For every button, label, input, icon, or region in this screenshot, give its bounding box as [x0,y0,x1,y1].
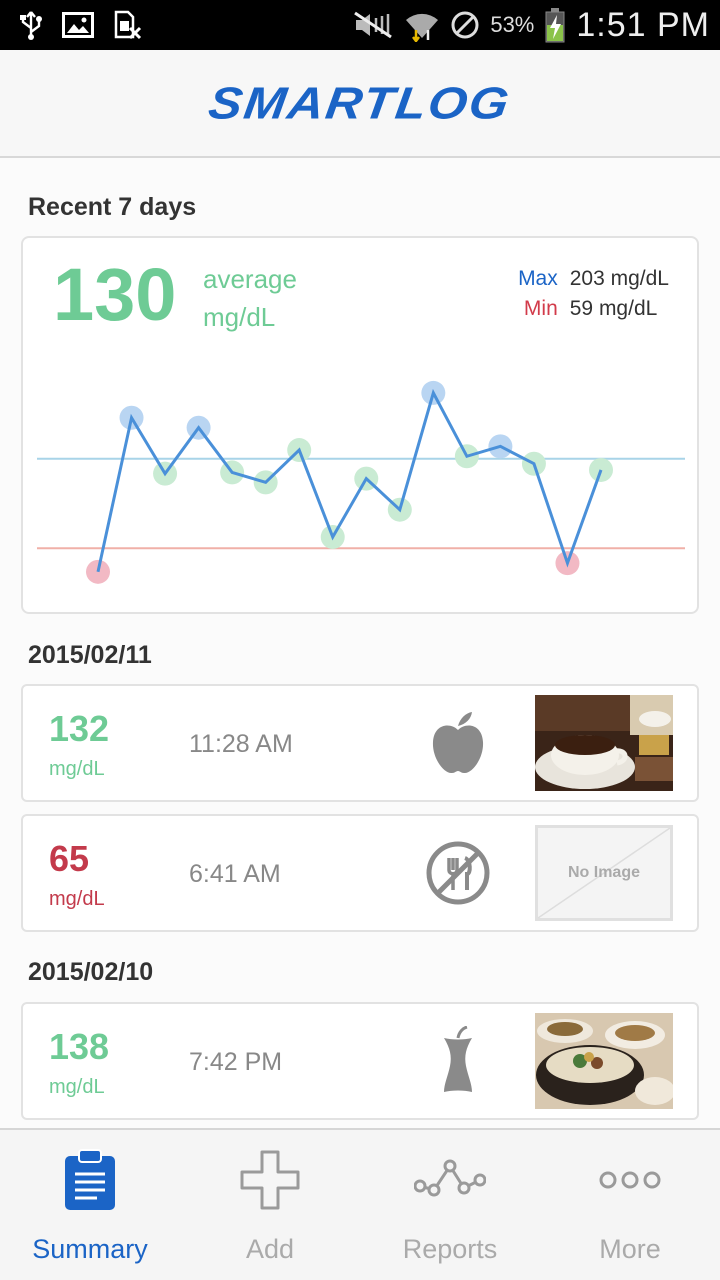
reading-value: 138 [49,1026,110,1067]
summary-card[interactable]: 130 average mg/dL Max 203 mg/dL Min 59 m… [21,236,699,614]
no-image-placeholder[interactable]: No Image [535,825,673,921]
reports-icon [414,1148,486,1212]
coffee-photo[interactable] [535,695,673,791]
nav-add[interactable]: Add [180,1130,360,1280]
nav-more[interactable]: More [540,1130,720,1280]
date-header: 2015/02/11 [28,641,152,669]
no-sync-icon [450,10,480,40]
status-time: 1:51 PM [576,5,710,44]
apple-icon [423,708,493,778]
reading-time: 7:42 PM [189,1048,283,1076]
no-image-text: No Image [567,864,640,881]
nav-label: More [599,1234,661,1264]
app-header: SMARTLOG [0,50,720,158]
reading-value: 65 [49,838,90,879]
reading-time: 11:28 AM [189,730,293,758]
reading-entry[interactable]: 132 mg/dL 11:28 AM [21,684,699,802]
glucose-line-chart [37,380,685,584]
reading-unit: mg/dL [49,888,105,910]
nav-label: Summary [32,1234,148,1264]
clipboard-icon [63,1148,117,1212]
date-header: 2015/02/10 [28,958,154,986]
app-logo: SMARTLOG [205,77,515,129]
fasting-icon [423,838,493,908]
usb-icon [18,10,44,40]
mute-icon [352,10,394,40]
status-bar: 53% 1:51 PM [0,0,720,50]
nav-label: Add [245,1234,295,1264]
nav-label: Reports [402,1234,498,1264]
bottom-nav: Summary Add Reports More [0,1128,720,1280]
reading-unit: mg/dL [49,1076,105,1098]
apple-core-icon [423,1026,493,1096]
sim-off-icon [112,10,142,40]
food-photo[interactable] [535,1013,673,1109]
reading-entry[interactable]: 138 mg/dL 7:42 PM [21,1002,699,1120]
chart-series-line [96,388,603,573]
summary-title: Recent 7 days [28,193,197,221]
reading-entry[interactable]: 65 mg/dL 6:41 AM No Image [21,814,699,932]
image-icon [62,12,94,38]
battery-icon [544,7,566,43]
plus-icon [239,1148,301,1212]
reading-time: 6:41 AM [189,860,281,888]
more-icon [599,1148,661,1212]
wifi-icon [404,8,440,42]
nav-reports[interactable]: Reports [360,1130,540,1280]
battery-percent: 53% [490,12,535,37]
reading-value: 132 [49,708,110,749]
nav-summary[interactable]: Summary [0,1130,180,1280]
reading-unit: mg/dL [49,758,105,780]
